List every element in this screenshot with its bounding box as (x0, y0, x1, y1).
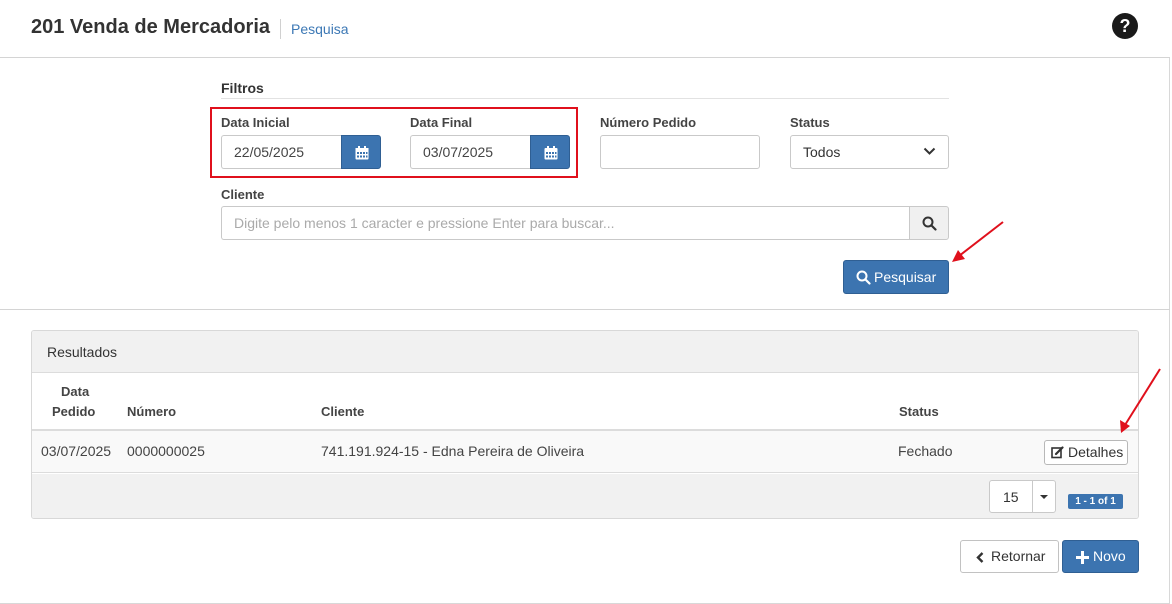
numero-pedido-label: Número Pedido (600, 115, 697, 130)
question-circle-icon[interactable]: ? (1112, 13, 1138, 39)
table-row: 03/07/2025 0000000025 741.191.924-15 - E… (32, 431, 1138, 473)
page-header: 201 Venda de Mercadoria Pesquisa ? (0, 0, 1170, 58)
caret-down-icon (1040, 495, 1048, 499)
col-header-cliente: Cliente (321, 404, 365, 419)
results-title: Resultados (47, 344, 118, 360)
page-title: 201 Venda de Mercadoria (31, 16, 271, 38)
cliente-search-input[interactable]: Digite pelo menos 1 caracter e pressione… (221, 206, 910, 240)
col-header-numero: Número (127, 404, 177, 419)
results-panel: Resultados Data Pedido Número Cliente St… (31, 330, 1139, 519)
col-header-pedido: Pedido (52, 404, 96, 419)
cliente-search-button[interactable] (909, 206, 949, 240)
plus-icon (1076, 551, 1089, 564)
cliente-label: Cliente (221, 187, 265, 202)
pesquisar-button[interactable]: Pesquisar (843, 260, 949, 294)
app-frame: 201 Venda de Mercadoria Pesquisa ? Filtr… (0, 0, 1170, 604)
novo-button[interactable]: Novo (1062, 540, 1139, 573)
cell-numero: 0000000025 (127, 443, 205, 459)
col-header-status: Status (899, 404, 939, 419)
date-range-highlight (210, 107, 578, 178)
retornar-label: Retornar (991, 548, 1046, 564)
cell-cliente: 741.191.924-15 - Edna Pereira de Oliveir… (321, 443, 585, 459)
cell-data-pedido: 03/07/2025 (41, 443, 112, 459)
status-select[interactable]: Todos (790, 135, 949, 169)
results-panel-footer: 15 1 - 1 of 1 (32, 474, 1138, 518)
filters-section: Filtros Data Inicial 22/05/2025 Data Fin… (0, 58, 1170, 310)
edit-icon (1051, 446, 1064, 459)
breadcrumb-pesquisa[interactable]: Pesquisa (291, 21, 349, 37)
status-label: Status (790, 115, 830, 130)
pesquisar-label: Pesquisar (874, 269, 937, 285)
novo-label: Novo (1093, 548, 1126, 564)
chevron-left-icon (976, 552, 984, 563)
filters-divider (221, 98, 949, 99)
page-size-value: 15 (1003, 489, 1019, 505)
col-header-data: Data (61, 384, 90, 399)
detalhes-label: Detalhes (1068, 444, 1124, 460)
page-size-divider (1032, 481, 1033, 512)
search-icon (922, 216, 937, 231)
page-size-select[interactable]: 15 (989, 480, 1056, 513)
numero-pedido-input[interactable] (600, 135, 760, 169)
results-panel-header: Resultados (32, 331, 1138, 373)
chevron-down-icon (923, 147, 936, 155)
status-select-value: Todos (803, 144, 841, 160)
filters-title: Filtros (221, 80, 264, 96)
pagination-info-badge: 1 - 1 of 1 (1068, 494, 1123, 509)
cell-status: Fechado (898, 443, 953, 459)
retornar-button[interactable]: Retornar (960, 540, 1059, 573)
search-icon (856, 270, 871, 285)
detalhes-button[interactable]: Detalhes (1044, 440, 1128, 465)
title-separator (280, 19, 281, 39)
